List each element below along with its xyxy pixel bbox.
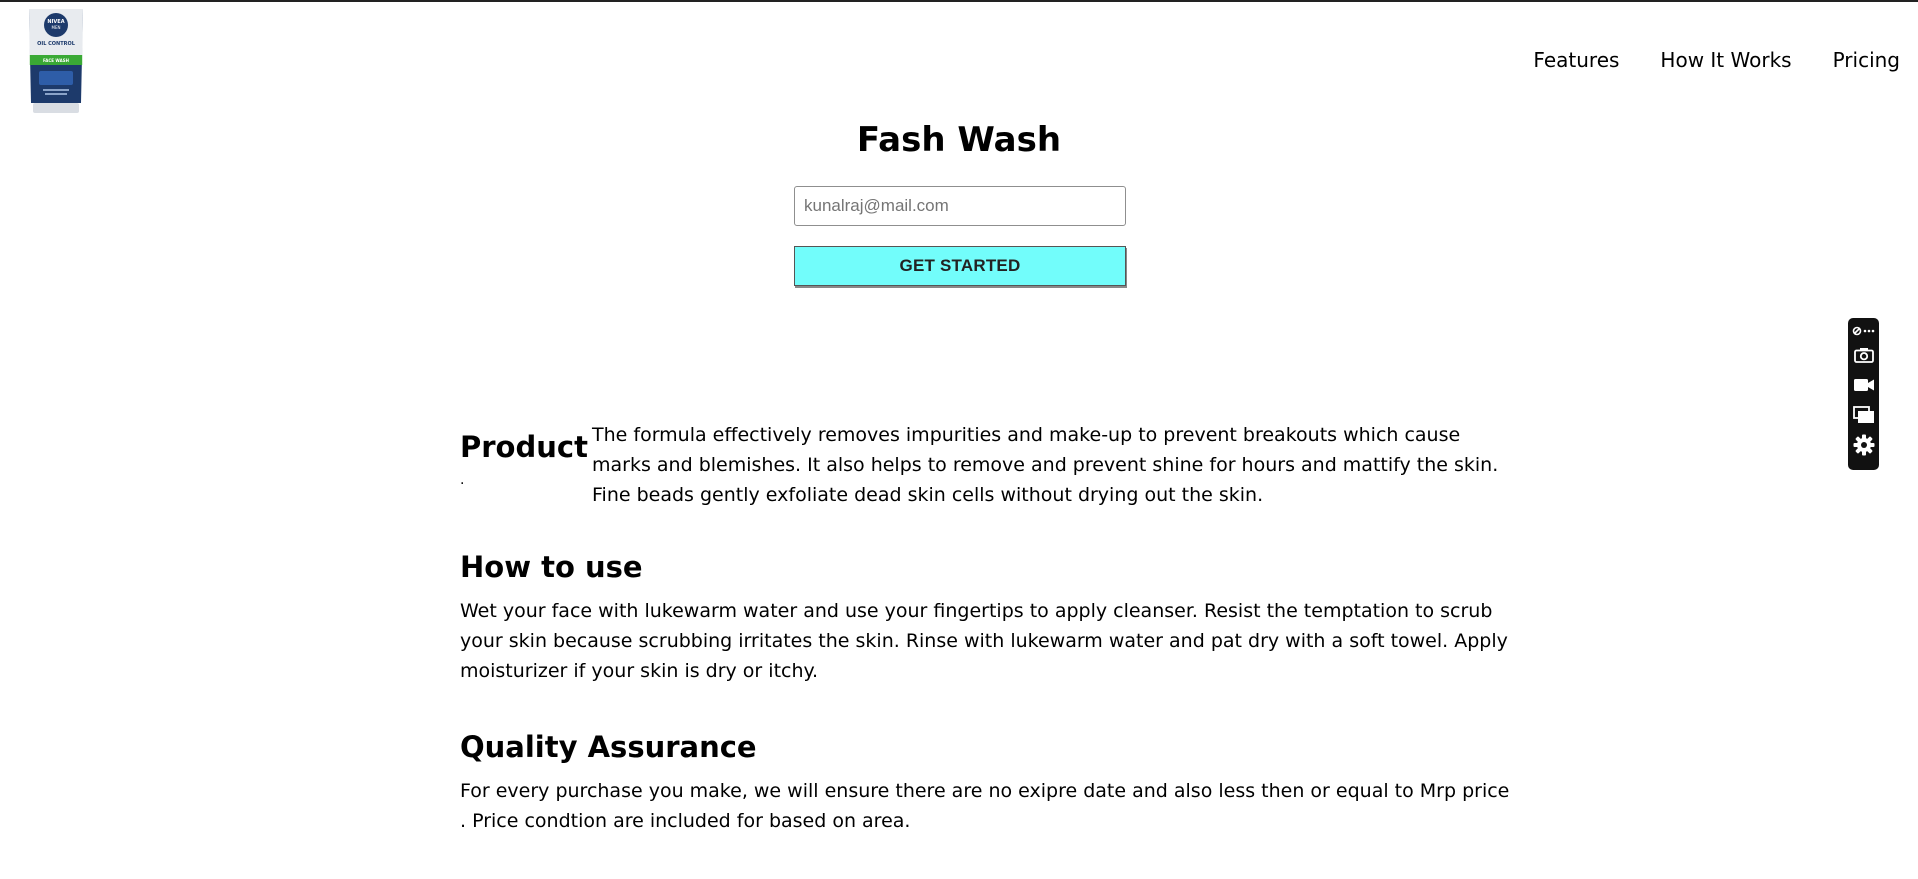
product-dot: . (460, 472, 465, 488)
product-heading: Product (460, 430, 588, 464)
windows-icon[interactable] (1848, 400, 1879, 430)
how-to-use-heading: How to use (460, 550, 643, 584)
floating-toolbar (1848, 318, 1879, 470)
logo-type-text: FACE WASH (43, 58, 69, 63)
link-more-icon[interactable] (1848, 322, 1879, 340)
product-heading-block: Product . (460, 420, 592, 510)
camera-icon[interactable] (1848, 340, 1879, 370)
product-section: Product . The formula effectively remove… (460, 420, 1510, 510)
product-description: The formula effectively removes impuriti… (592, 424, 1499, 506)
how-to-use-text: Wet your face with lukewarm water and us… (460, 600, 1508, 682)
quality-text: For every purchase you make, we will ens… (460, 780, 1510, 832)
nav-how-it-works-link[interactable]: How It Works (1660, 48, 1791, 72)
quality-section: Quality Assurance For every purchase you… (460, 730, 1510, 836)
get-started-button[interactable]: GET STARTED (794, 246, 1126, 286)
quality-heading: Quality Assurance (460, 730, 757, 764)
gear-icon[interactable] (1848, 430, 1879, 460)
how-to-use-section: How to use Wet your face with lukewarm w… (460, 550, 1510, 686)
nav-pricing-link[interactable]: Pricing (1833, 48, 1900, 72)
main-content: Product . The formula effectively remove… (460, 420, 1510, 836)
logo-variant-text: OIL CONTROL (37, 41, 76, 47)
email-input[interactable] (794, 186, 1126, 226)
page-title: Fash Wash (856, 120, 1062, 160)
nav-features-link[interactable]: Features (1533, 48, 1619, 72)
video-camera-icon[interactable] (1848, 370, 1879, 400)
main-nav: Features How It Works Pricing (1533, 48, 1900, 72)
product-logo: NIVEA MEN OIL CONTROL FACE WASH (25, 7, 87, 113)
logo-men-text: MEN (52, 25, 61, 30)
